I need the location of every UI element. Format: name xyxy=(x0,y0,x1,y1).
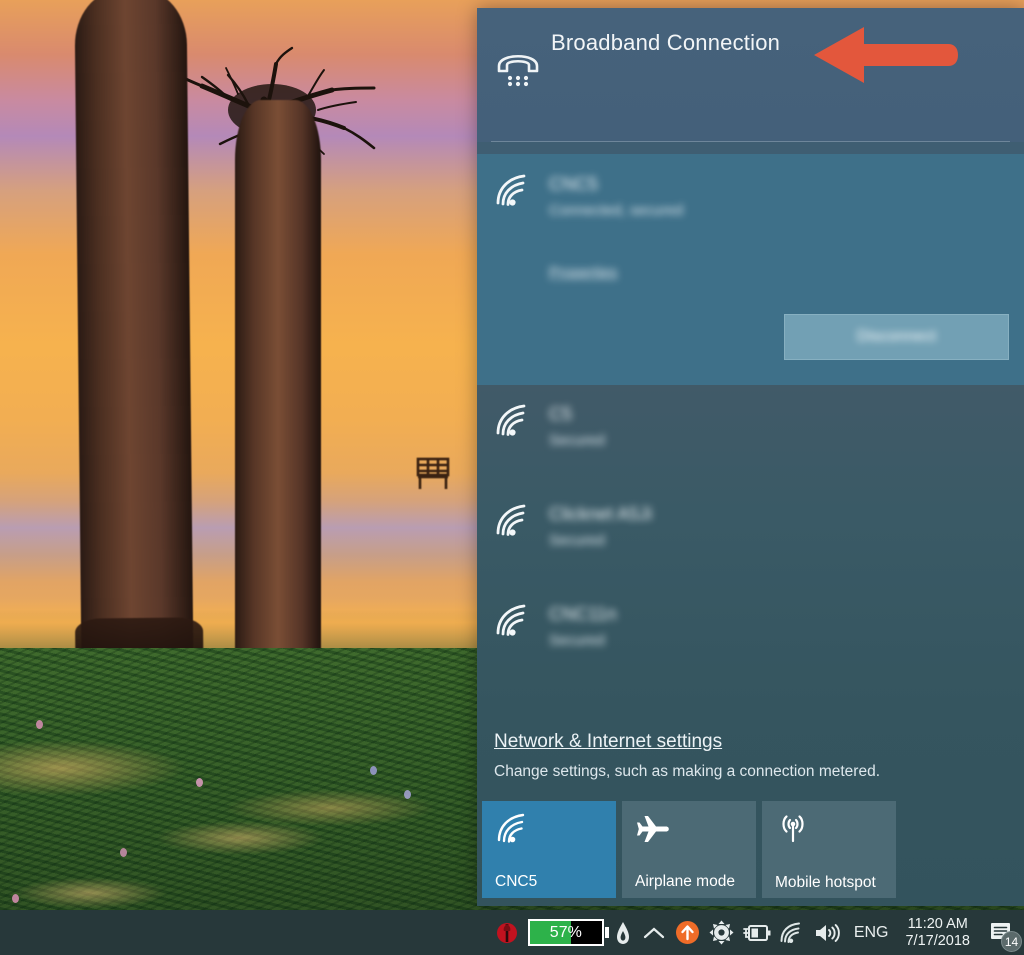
disconnect-button-label: Disconnect xyxy=(856,328,937,345)
bench-silhouette xyxy=(416,457,450,489)
broadband-connection-label: Broadband Connection xyxy=(551,30,781,55)
system-tray: 57% ENG 11:20 AM 7/17/2018 14 xyxy=(490,910,1024,955)
taskbar: 57% ENG 11:20 AM 7/17/2018 14 xyxy=(0,910,1024,955)
baobab-trunk-right xyxy=(235,100,321,700)
language-indicator[interactable]: ENG xyxy=(845,910,898,955)
available-networks-list: C5 Secured Clicknet A5Ji Secured CNC11n … xyxy=(477,385,1024,708)
gear-icon[interactable] xyxy=(705,910,739,955)
clock-date: 7/17/2018 xyxy=(905,932,970,949)
tile-wifi-label: CNC5 xyxy=(495,873,538,890)
desktop-screen: Broadband Connection CNC5 Connected, sec… xyxy=(0,0,1024,955)
network-status: Secured xyxy=(549,532,605,549)
dialup-phone-icon xyxy=(497,54,539,87)
network-list-item[interactable]: C5 Secured xyxy=(477,389,1024,489)
ladybug-icon[interactable] xyxy=(490,910,524,955)
flower xyxy=(404,790,411,799)
battery-percent-indicator[interactable]: 57% xyxy=(524,910,609,955)
connected-network-name: CNC5 xyxy=(549,174,599,194)
settings-description: Change settings, such as making a connec… xyxy=(494,763,881,780)
network-status: Secured xyxy=(549,432,605,449)
wifi-icon xyxy=(496,504,526,536)
network-internet-settings-link[interactable]: Network & Internet settings xyxy=(494,731,722,753)
battery-plug-icon[interactable] xyxy=(739,910,775,955)
network-list-item[interactable]: Clicknet A5Ji Secured xyxy=(477,489,1024,589)
action-center-button[interactable]: 14 xyxy=(978,910,1024,955)
settings-area: Network & Internet settings Change setti… xyxy=(477,708,1024,906)
quick-action-tiles: CNC5 Airplane mode Mobile hotspot xyxy=(482,801,896,898)
clock: 11:20 AM 7/17/2018 xyxy=(897,916,978,950)
network-status: Secured xyxy=(549,632,605,649)
tile-mobile-hotspot-label: Mobile hotspot xyxy=(775,874,876,891)
clock-area[interactable]: 11:20 AM 7/17/2018 xyxy=(897,910,978,955)
flower xyxy=(12,894,19,903)
notification-badge: 14 xyxy=(1001,931,1022,952)
baobab-trunk-left xyxy=(74,0,194,681)
connected-network-status: Connected, secured xyxy=(549,202,684,219)
flower xyxy=(36,720,43,729)
connected-network-item[interactable]: CNC5 Connected, secured Properties Disco… xyxy=(477,154,1024,385)
network-flyout-panel: Broadband Connection CNC5 Connected, sec… xyxy=(477,8,1024,906)
wifi-icon xyxy=(496,404,526,436)
tile-airplane-mode[interactable]: Airplane mode xyxy=(622,801,756,898)
volume-icon[interactable] xyxy=(809,910,845,955)
wifi-icon xyxy=(496,604,526,636)
wifi-icon[interactable] xyxy=(775,910,809,955)
wifi-icon xyxy=(497,813,525,843)
tile-airplane-mode-label: Airplane mode xyxy=(635,873,735,890)
tile-wifi[interactable]: CNC5 xyxy=(482,801,616,898)
tile-mobile-hotspot[interactable]: Mobile hotspot xyxy=(762,801,896,898)
flower xyxy=(370,766,377,775)
network-list-item[interactable]: CNC11n Secured xyxy=(477,589,1024,689)
header-divider xyxy=(491,141,1010,142)
show-hidden-icons-chevron[interactable] xyxy=(637,910,671,955)
hotspot-icon xyxy=(782,815,804,843)
clock-time: 11:20 AM xyxy=(907,915,968,932)
network-name: Clicknet A5Ji xyxy=(549,504,653,524)
update-arrow-icon[interactable] xyxy=(671,910,705,955)
flower xyxy=(196,778,203,787)
flame-icon[interactable] xyxy=(609,910,637,955)
disconnect-button[interactable]: Disconnect xyxy=(784,314,1009,360)
flower xyxy=(120,848,127,857)
network-name: C5 xyxy=(549,404,573,424)
red-pointer-arrow xyxy=(814,27,958,83)
network-properties-link[interactable]: Properties xyxy=(549,264,617,281)
wifi-icon xyxy=(496,174,526,206)
airplane-icon xyxy=(637,816,669,842)
network-name: CNC11n xyxy=(549,604,617,624)
battery-percent-label: 57% xyxy=(549,923,582,941)
battery-body: 57% xyxy=(527,919,604,946)
